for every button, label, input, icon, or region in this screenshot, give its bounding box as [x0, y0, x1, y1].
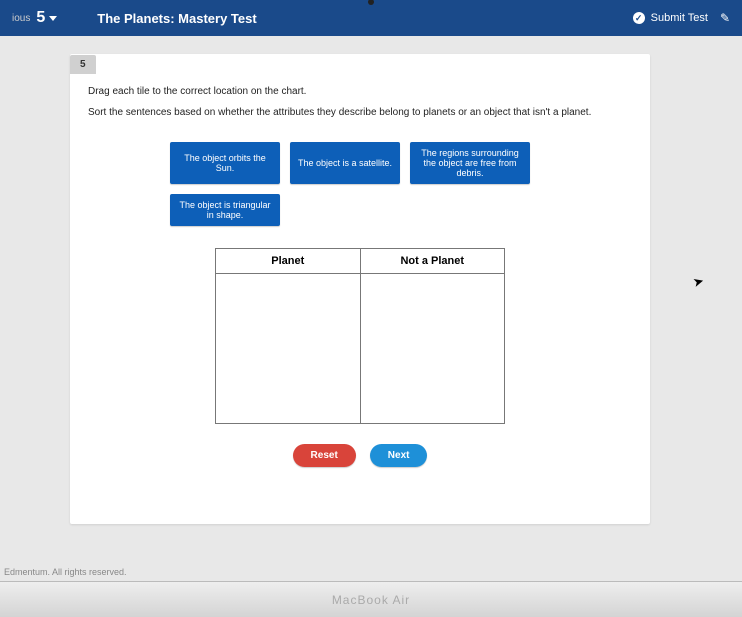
content-area: 5 Drag each tile to the correct location… — [0, 36, 742, 581]
submit-test-button[interactable]: ✓ Submit Test — [633, 12, 708, 24]
sorting-chart-wrap: Planet Not a Planet — [70, 248, 650, 424]
tiles-area: The object orbits the Sun. The object is… — [70, 132, 550, 230]
instruction-line-2: Sort the sentences based on whether the … — [88, 107, 632, 118]
instruction-line-1: Drag each tile to the correct location o… — [88, 86, 632, 97]
device-bezel: MacBook Air — [0, 581, 742, 617]
device-label: MacBook Air — [332, 593, 410, 607]
reset-button[interactable]: Reset — [293, 444, 356, 467]
footer-copyright: Edmentum. All rights reserved. — [4, 567, 127, 577]
chevron-down-icon — [49, 16, 57, 21]
question-panel: 5 Drag each tile to the correct location… — [70, 54, 650, 524]
draggable-tile[interactable]: The regions surrounding the object are f… — [410, 142, 530, 184]
chart-header-not-planet: Not a Planet — [360, 249, 505, 274]
instructions: Drag each tile to the correct location o… — [70, 74, 650, 132]
sorting-chart: Planet Not a Planet — [215, 248, 505, 424]
drop-zone-planet[interactable] — [216, 274, 361, 424]
draggable-tile[interactable]: The object is triangular in shape. — [170, 194, 280, 226]
question-number-selector[interactable]: 5 — [36, 9, 57, 27]
top-bar: ious 5 The Planets: Mastery Test ✓ Submi… — [0, 0, 742, 36]
action-row: Reset Next — [70, 444, 650, 467]
question-number: 5 — [36, 9, 45, 27]
draggable-tile[interactable]: The object is a satellite. — [290, 142, 400, 184]
draggable-tile[interactable]: The object orbits the Sun. — [170, 142, 280, 184]
test-title: The Planets: Mastery Test — [97, 11, 256, 26]
submit-test-label: Submit Test — [651, 12, 708, 24]
cursor-icon: ➤ — [691, 273, 706, 291]
next-button[interactable]: Next — [370, 444, 428, 467]
question-tab[interactable]: 5 — [70, 55, 96, 74]
tools-icon[interactable]: ✎ — [720, 11, 730, 25]
check-icon: ✓ — [633, 12, 645, 24]
chart-header-planet: Planet — [216, 249, 361, 274]
drop-zone-not-planet[interactable] — [360, 274, 505, 424]
prev-nav-label[interactable]: ious — [12, 13, 30, 24]
